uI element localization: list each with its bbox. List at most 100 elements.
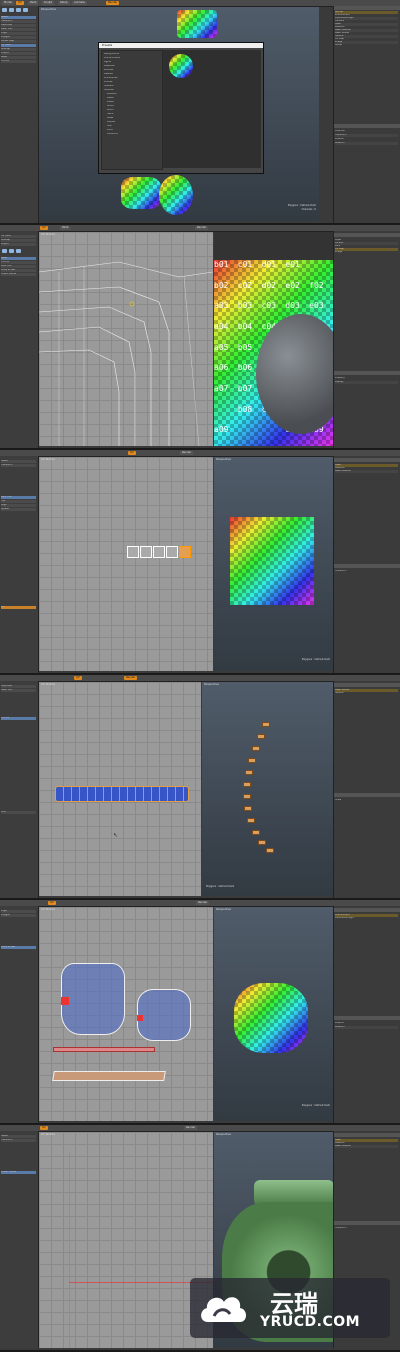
preset-item[interactable]: Glass [104, 117, 163, 120]
preset-item[interactable]: Shaders [104, 85, 160, 88]
uv-island[interactable] [166, 546, 178, 558]
preset-item[interactable]: Materials [104, 65, 160, 68]
tool-row[interactable]: Spread [1, 508, 36, 511]
item-row[interactable]: Directional Light [335, 917, 398, 920]
tool-row[interactable]: Edge [1, 32, 36, 35]
tool-row[interactable]: Move & Sew [1, 269, 36, 272]
tool-row[interactable]: Vertex Map [1, 40, 36, 43]
tool-row[interactable]: Move & Sew [1, 946, 36, 949]
property-row[interactable]: Rotation [335, 1026, 398, 1029]
property-row[interactable]: Transform [335, 1227, 398, 1230]
perspective-viewport[interactable]: Perspective Polygons : Catmull-Clark [214, 457, 333, 671]
preset-item[interactable]: Procedurals [104, 77, 160, 80]
preset-item[interactable]: Patterns [104, 93, 163, 96]
uv-viewport[interactable]: UV Texture [39, 232, 213, 446]
tab-render[interactable]: Render [195, 226, 209, 230]
rotate-icon[interactable] [16, 8, 21, 12]
tool-row[interactable]: Polygon [1, 914, 36, 917]
uv-viewport[interactable]: UV Texture [39, 457, 213, 671]
uv-tool-icon[interactable] [16, 249, 21, 253]
preset-item[interactable]: Meshes [104, 73, 160, 76]
preset-item[interactable]: Stone [104, 105, 163, 108]
tool-row[interactable]: Align [1, 504, 36, 507]
tool-row[interactable]: Duplicate [1, 24, 36, 27]
property-row[interactable]: Position [335, 138, 398, 141]
uv-island-selected[interactable] [179, 546, 191, 558]
uv-island-large[interactable] [61, 963, 125, 1035]
tool-row[interactable]: Select [1, 1135, 36, 1138]
tool-row[interactable]: UV Tools [1, 44, 36, 47]
uv-strip[interactable] [52, 1071, 166, 1081]
tab-paint[interactable]: Paint [28, 1, 39, 5]
tool-row[interactable]: Orient Pieces [1, 273, 36, 276]
tool-row[interactable]: Select [1, 460, 36, 463]
uv-viewport[interactable]: UV Texture [39, 907, 213, 1121]
property-row[interactable]: Display [335, 381, 398, 384]
tab-render[interactable]: Render [196, 901, 210, 905]
tab-model[interactable]: Model [2, 1, 14, 5]
tool-row[interactable]: Orient Pieces [1, 1171, 36, 1174]
tool-row[interactable]: Duplicate [1, 685, 36, 688]
preset-item[interactable]: Backgrounds [104, 53, 160, 56]
item-row[interactable]: Group [335, 44, 398, 47]
select-icon[interactable] [2, 8, 7, 12]
uv-island[interactable] [153, 546, 165, 558]
property-row[interactable]: Channel [335, 130, 398, 133]
uv-tool-icon[interactable] [9, 249, 14, 253]
perspective-viewport[interactable]: Perspective Polygons : Catmull-Clark [202, 682, 333, 896]
texture-viewport[interactable]: b01 c01 d01 e01 b02 c02 d02 e02 f02 a03 … [214, 232, 333, 446]
uv-strip[interactable] [55, 786, 189, 802]
tool-row[interactable]: Unwrap [1, 48, 36, 51]
preset-item[interactable]: Liquids [104, 121, 163, 124]
uv-viewport[interactable]: UV Texture [39, 1132, 213, 1348]
tool-row[interactable]: Fit UVs [1, 717, 36, 720]
uv-tool-icon[interactable] [2, 249, 7, 253]
preset-thumbnail-sphere[interactable] [169, 54, 193, 78]
tool-row[interactable]: Pin [1, 606, 36, 609]
tab-uv[interactable]: UV [40, 1126, 48, 1130]
tool-row[interactable]: Transform [1, 1139, 36, 1142]
preset-item[interactable]: Textures [104, 89, 160, 92]
preset-item[interactable]: Environments [104, 57, 160, 60]
property-row[interactable]: Position [335, 1022, 398, 1025]
tool-row[interactable]: Project [1, 52, 36, 55]
property-row[interactable]: Property [335, 377, 398, 380]
uv-viewport[interactable]: UV Texture ↖ [39, 682, 201, 896]
move-icon[interactable] [9, 8, 14, 12]
preset-item[interactable]: Skin [104, 125, 163, 128]
uv-island[interactable] [140, 546, 152, 558]
tab-uv[interactable]: UV [48, 901, 56, 905]
item-row[interactable]: Texture [335, 692, 398, 695]
scale-icon[interactable] [23, 8, 28, 12]
preset-item[interactable]: Brushes [104, 69, 160, 72]
tool-row[interactable]: Transform [1, 20, 36, 23]
tool-row[interactable]: Grid [1, 811, 36, 814]
tab-render[interactable]: Render [180, 451, 194, 455]
tool-row[interactable]: Relax [1, 257, 36, 260]
preset-item[interactable]: Metal [104, 97, 163, 100]
tab-render[interactable]: Render [184, 1126, 198, 1130]
tab-uv[interactable]: UV [128, 451, 136, 455]
tool-row[interactable]: Polygon [1, 36, 36, 39]
property-row[interactable]: Scale [335, 799, 398, 802]
tab-uv[interactable]: UV [16, 1, 24, 5]
tab-animate[interactable]: Animate [72, 1, 87, 5]
item-row[interactable]: Image [335, 251, 398, 254]
tab-paint[interactable]: Paint [60, 226, 71, 230]
property-row[interactable]: Rotation [335, 142, 398, 145]
preset-item[interactable]: Fabric [104, 113, 163, 116]
tab-uv[interactable]: UV [74, 676, 82, 680]
tool-row[interactable]: Select [1, 16, 36, 19]
tool-row[interactable]: Project [1, 243, 36, 246]
preset-item[interactable]: Paint [104, 129, 163, 132]
tool-row[interactable]: Mesh Edit [1, 28, 36, 31]
preset-item[interactable]: Wood [104, 109, 163, 112]
preset-item[interactable]: Lights [104, 61, 160, 64]
uv-island-medium[interactable] [137, 989, 191, 1041]
tab-uv[interactable]: UV [40, 226, 48, 230]
tool-row[interactable]: Relax [1, 56, 36, 59]
preset-item[interactable]: Plastic [104, 101, 163, 104]
tool-row[interactable]: Fit UVs [1, 60, 36, 63]
tool-row[interactable]: Transform [1, 464, 36, 467]
preset-item[interactable]: Profiles [104, 81, 160, 84]
